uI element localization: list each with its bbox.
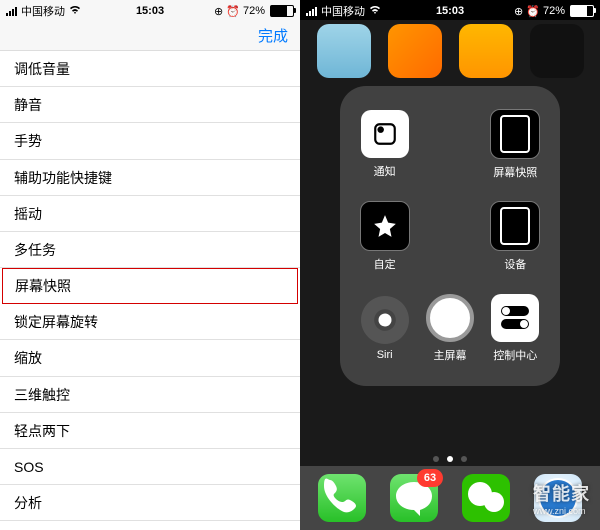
status-time: 15:03 bbox=[436, 5, 464, 17]
wifi-icon bbox=[369, 5, 381, 18]
at-label: Siri bbox=[377, 349, 393, 361]
at-item-siri[interactable]: Siri bbox=[354, 284, 415, 372]
device-icon bbox=[490, 201, 540, 251]
dock-app-safari[interactable] bbox=[534, 474, 582, 522]
battery-pct: 72% bbox=[543, 5, 565, 17]
alarm-icon: ⊕ ⏰ bbox=[214, 5, 240, 18]
dock-app-wechat[interactable] bbox=[462, 474, 510, 522]
at-label: 控制中心 bbox=[493, 347, 537, 363]
signal-icon bbox=[6, 7, 17, 16]
control-center-icon bbox=[491, 294, 539, 342]
screenshot-icon bbox=[490, 109, 540, 159]
at-item-blank bbox=[419, 192, 480, 280]
at-label: 自定 bbox=[374, 256, 396, 272]
at-item-custom[interactable]: 自定 bbox=[354, 192, 415, 280]
done-button[interactable]: 完成 bbox=[258, 25, 288, 46]
dock-app-phone[interactable] bbox=[318, 474, 366, 522]
battery-icon bbox=[570, 5, 594, 17]
messages-badge: 63 bbox=[417, 469, 443, 487]
dock: 63 bbox=[300, 466, 600, 530]
bg-app-icon[interactable] bbox=[388, 24, 442, 78]
settings-row-screenshot[interactable]: 屏幕快照 bbox=[2, 268, 298, 304]
at-item-blank bbox=[419, 100, 480, 188]
siri-icon bbox=[361, 296, 409, 344]
settings-row[interactable]: 调低音量 bbox=[0, 51, 300, 87]
at-item-device[interactable]: 设备 bbox=[485, 192, 546, 280]
page-indicator[interactable] bbox=[300, 456, 600, 462]
settings-row[interactable]: 三维触控 bbox=[0, 377, 300, 413]
star-icon bbox=[360, 201, 410, 251]
settings-list: 调低音量 静音 手势 辅助功能快捷键 摇动 多任务 屏幕快照 锁定屏幕旋转 缩放… bbox=[0, 51, 300, 530]
settings-row[interactable]: 缩放 bbox=[0, 340, 300, 376]
at-label: 主屏幕 bbox=[433, 347, 466, 363]
dock-app-messages[interactable]: 63 bbox=[390, 474, 438, 522]
settings-row[interactable]: 辅助功能快捷键 bbox=[0, 160, 300, 196]
battery-icon bbox=[270, 5, 294, 17]
home-row-apps bbox=[300, 24, 600, 90]
bg-app-icon[interactable] bbox=[459, 24, 513, 78]
settings-row[interactable]: 分析 bbox=[0, 485, 300, 521]
at-item-notification[interactable]: 通知 bbox=[354, 100, 415, 188]
at-label: 屏幕快照 bbox=[493, 164, 537, 180]
settings-row[interactable]: 多任务 bbox=[0, 232, 300, 268]
at-item-home[interactable]: 主屏幕 bbox=[419, 284, 480, 372]
carrier-label: 中国移动 bbox=[321, 3, 365, 19]
bg-app-icon[interactable] bbox=[530, 24, 584, 78]
bg-app-icon[interactable] bbox=[317, 24, 371, 78]
home-screen[interactable]: 通知 屏幕快照 自定 设备 bbox=[300, 20, 600, 530]
alarm-icon: ⊕ ⏰ bbox=[514, 5, 540, 18]
settings-row[interactable]: 手势 bbox=[0, 123, 300, 159]
notification-icon bbox=[361, 110, 409, 158]
nav-bar: 完成 bbox=[0, 20, 300, 51]
settings-row[interactable]: 锁定屏幕旋转 bbox=[0, 304, 300, 340]
at-label: 设备 bbox=[504, 256, 526, 272]
at-label: 通知 bbox=[374, 163, 396, 179]
assistive-touch-panel[interactable]: 通知 屏幕快照 自定 设备 bbox=[340, 86, 560, 386]
settings-row[interactable]: 摇动 bbox=[0, 196, 300, 232]
home-button-icon bbox=[426, 294, 474, 342]
signal-icon bbox=[306, 7, 317, 16]
left-phone: 中国移动 15:03 ⊕ ⏰ 72% 完成 调低音量 静音 手势 辅助功能快捷键… bbox=[0, 0, 300, 530]
settings-row[interactable]: SOS bbox=[0, 449, 300, 485]
right-phone: 中国移动 15:03 ⊕ ⏰ 72% 通知 bbox=[300, 0, 600, 530]
at-item-screenshot[interactable]: 屏幕快照 bbox=[485, 100, 546, 188]
status-time: 15:03 bbox=[136, 5, 164, 17]
status-bar-right: 中国移动 15:03 ⊕ ⏰ 72% bbox=[300, 0, 600, 20]
settings-row[interactable]: 静音 bbox=[0, 87, 300, 123]
carrier-label: 中国移动 bbox=[21, 3, 65, 19]
settings-row[interactable]: 便捷访问 bbox=[0, 521, 300, 530]
battery-pct: 72% bbox=[243, 5, 265, 17]
wifi-icon bbox=[69, 5, 81, 18]
status-bar-left: 中国移动 15:03 ⊕ ⏰ 72% bbox=[0, 0, 300, 20]
settings-row[interactable]: 轻点两下 bbox=[0, 413, 300, 449]
at-item-control-center[interactable]: 控制中心 bbox=[485, 284, 546, 372]
